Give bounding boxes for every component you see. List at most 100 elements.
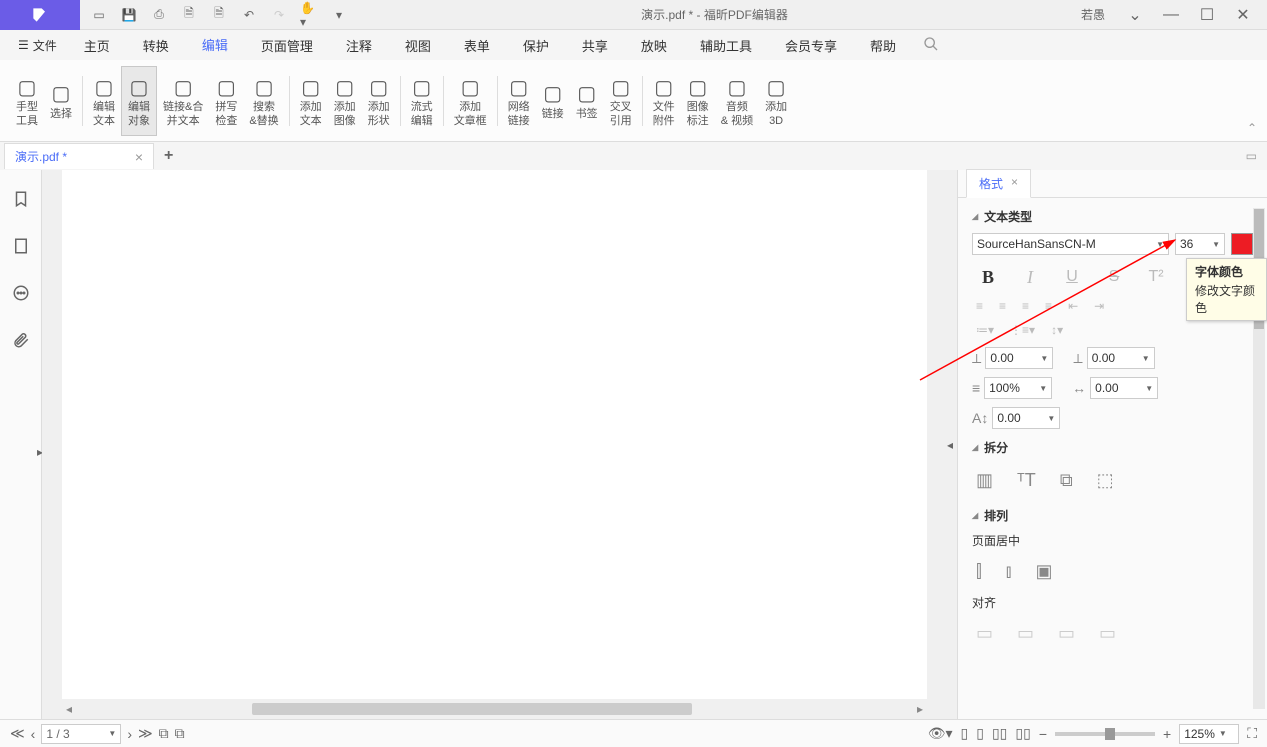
superscript-button[interactable]: T² [1144,265,1168,289]
prev-page-button[interactable]: ‹ [31,726,36,742]
comment-icon[interactable] [12,284,30,307]
center-h-icon[interactable]: ⫿ [976,561,982,582]
menu-item[interactable]: 页面管理 [247,30,327,61]
list-number-icon[interactable]: ⋮≡▾ [1010,323,1035,337]
line-spacing-icon[interactable]: ↕▾ [1051,323,1063,337]
layout-4-icon[interactable]: ▯▯ [1015,725,1030,742]
align-obj-icon[interactable]: ▭ [1099,623,1116,644]
view-mode2-icon[interactable]: ⧉ [175,725,185,742]
horizontal-scrollbar[interactable]: ◂ ▸ [62,701,927,717]
zoom-slider[interactable] [1055,732,1155,736]
menu-item[interactable]: 编辑 [188,29,242,62]
bookmark-icon[interactable] [12,190,30,213]
file-menu[interactable]: ☰ 文件 [10,33,65,58]
scroll-thumb[interactable] [252,703,692,715]
ribbon-button[interactable]: ▢流式 编辑 [405,66,439,136]
close-button[interactable]: ✕ [1229,1,1257,29]
align-right-icon[interactable]: ≡ [1022,299,1029,313]
font-family-combo[interactable]: SourceHanSansCN-M ▼ [972,233,1169,255]
menu-item[interactable]: 共享 [568,30,622,61]
char-spacing-combo[interactable]: 0.00▼ [1090,377,1158,399]
list-bullet-icon[interactable]: ≔▾ [976,323,994,337]
font-color-button[interactable] [1231,233,1253,255]
spacing-before-combo[interactable]: 0.00▼ [985,347,1053,369]
ribbon-button[interactable]: ▢音频 & 视频 [715,66,759,136]
center-v-icon[interactable]: ⫾ [1006,561,1012,582]
split-1-icon[interactable]: ▥ [976,470,993,491]
ribbon-button[interactable]: ▢链接 [536,66,570,136]
menu-item[interactable]: 辅助工具 [686,30,766,61]
align-center-icon[interactable]: ≡ [999,299,1006,313]
font-size-combo[interactable]: 36 ▼ [1175,233,1225,255]
zoom-in-button[interactable]: + [1163,726,1171,742]
save-icon[interactable]: 💾 [120,6,138,24]
doc2-icon[interactable]: 🗎 [210,6,228,24]
align-justify-icon[interactable]: ≡ [1045,299,1052,313]
section-text-type[interactable]: ◢ 文本类型 [972,208,1253,225]
menu-item[interactable]: 主页 [70,30,124,61]
menu-item[interactable]: 保护 [509,30,563,61]
ribbon-button[interactable]: ▢交叉 引用 [604,66,638,136]
format-tab[interactable]: 格式 × [966,169,1031,198]
strikethrough-button[interactable]: S [1102,265,1126,289]
indent-left-icon[interactable]: ⇤ [1068,299,1078,313]
eye-icon[interactable]: 👁▾ [928,725,953,742]
ribbon-button[interactable]: ▢拼写 检查 [209,66,243,136]
menu-item[interactable]: 视图 [391,30,445,61]
menu-item[interactable]: 会员专享 [771,30,851,61]
layout-3-icon[interactable]: ▯▯ [992,725,1007,742]
zoom-combo[interactable]: 125% ▼ [1179,724,1239,744]
bold-button[interactable]: B [976,265,1000,289]
ribbon-button[interactable]: ▢图像 标注 [681,66,715,136]
ribbon-button[interactable]: ▢添加 3D [759,66,793,136]
vertical-scrollbar[interactable] [929,170,945,699]
align-obj-icon[interactable]: ▭ [1017,623,1034,644]
minimize-button[interactable]: — [1157,1,1185,29]
redo-icon[interactable]: ↷ [270,6,288,24]
indent-right-icon[interactable]: ⇥ [1094,299,1104,313]
fullscreen-icon[interactable]: ⛶ [1247,725,1257,742]
user-name[interactable]: 若愚 [1081,6,1105,23]
ribbon-button[interactable]: ▢添加 文章框 [448,66,493,136]
ribbon-button[interactable]: ▢网络 链接 [502,66,536,136]
next-page-button[interactable]: › [127,726,132,742]
open-icon[interactable]: ▭ [90,6,108,24]
first-page-button[interactable]: ≪ [10,725,25,742]
attachment-icon[interactable] [12,331,30,354]
doc-icon[interactable]: 🗎 [180,6,198,24]
ribbon-button[interactable]: ▢编辑 文本 [87,66,121,136]
new-tab-button[interactable]: + [164,147,173,165]
menu-item[interactable]: 注释 [332,30,386,61]
app-logo[interactable] [0,0,80,30]
ribbon-button[interactable]: ▢文件 附件 [647,66,681,136]
underline-button[interactable]: U [1060,265,1084,289]
search-icon[interactable] [923,36,939,55]
user-dropdown-icon[interactable]: ⌄ [1121,1,1149,29]
pages-icon[interactable] [12,237,30,260]
menu-item[interactable]: 转换 [129,30,183,61]
align-obj-icon[interactable]: ▭ [1058,623,1075,644]
italic-button[interactable]: I [1018,265,1042,289]
ribbon-button[interactable]: ▢编辑 对象 [121,66,157,136]
last-page-button[interactable]: ≫ [138,725,153,742]
ribbon-button[interactable]: ▢搜索 &替换 [243,66,284,136]
ribbon-button[interactable]: ▢添加 形状 [362,66,396,136]
qat-dropdown-icon[interactable]: ▾ [330,6,348,24]
zoom-out-button[interactable]: − [1039,726,1047,742]
hand-icon[interactable]: ✋▾ [300,6,318,24]
menu-item[interactable]: 表单 [450,30,504,61]
tab-options-icon[interactable]: ▭ [1246,149,1257,163]
center-both-icon[interactable]: ▣ [1036,561,1053,582]
layout-2-icon[interactable]: ▯ [976,725,984,742]
align-left-icon[interactable]: ≡ [976,299,983,313]
print-icon[interactable]: ⎙ [150,6,168,24]
tab-close-icon[interactable]: × [135,149,143,165]
undo-icon[interactable]: ↶ [240,6,258,24]
ribbon-button[interactable]: ▢链接&合 并文本 [157,66,209,136]
view-mode-icon[interactable]: ⧉ [159,725,169,742]
ribbon-button[interactable]: ▢手型 工具 [10,66,44,136]
menu-item[interactable]: 放映 [627,30,681,61]
right-collapse-icon[interactable]: ◂ [947,170,957,719]
align-obj-icon[interactable]: ▭ [976,623,993,644]
ribbon-collapse-icon[interactable]: ⌃ [1247,121,1257,135]
